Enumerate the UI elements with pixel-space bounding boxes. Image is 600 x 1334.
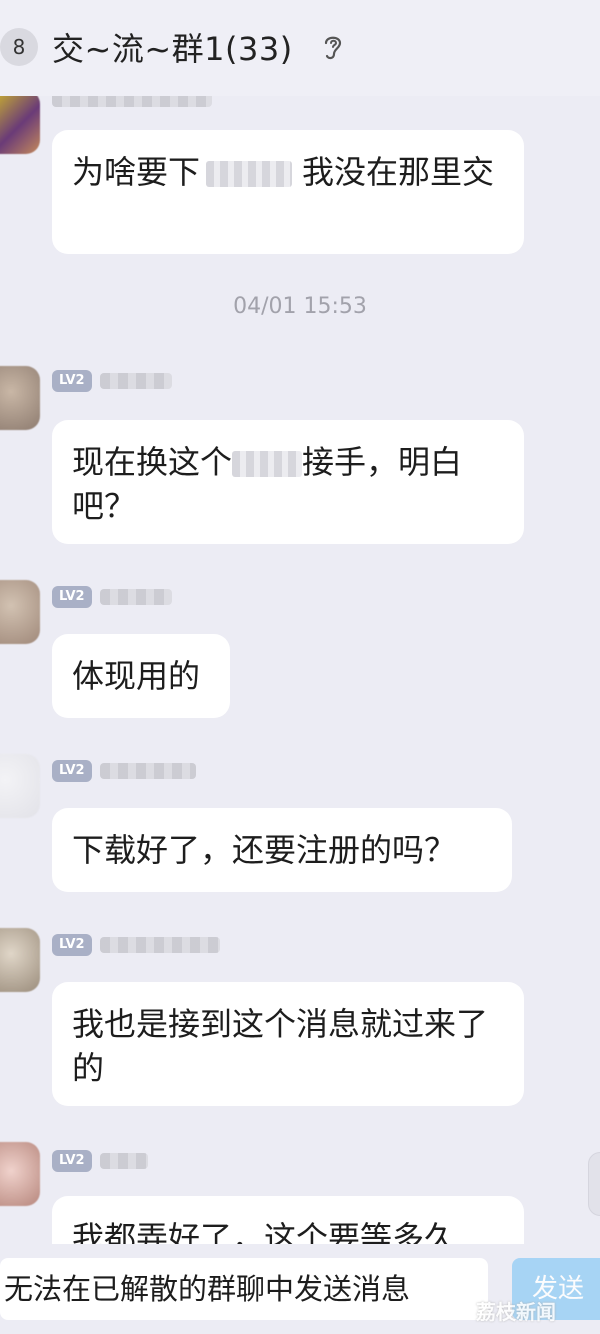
ear-icon[interactable] — [322, 32, 344, 62]
message-bubble[interactable]: 下载好了，还要注册的吗？ — [52, 808, 512, 892]
message-list[interactable]: 为啥要下 我没在那里交 04/01 15:53 LV2 现在换这个 接手，明白吧？ … — [0, 96, 600, 1244]
group-title: 交~流~群1(33) — [52, 30, 293, 68]
sender-meta: LV2 — [52, 934, 220, 956]
sender-meta: LV2 — [52, 1150, 148, 1172]
message-text: 我没在那里交 — [302, 153, 495, 191]
avatar[interactable] — [0, 928, 40, 992]
watermark: 荔枝新闻 — [476, 1300, 556, 1324]
blurred-sender-name — [99, 1153, 148, 1169]
level-badge: LV2 — [52, 370, 92, 392]
scroll-to-bottom-tab[interactable] — [588, 1152, 600, 1216]
sender-meta: LV2 — [52, 586, 172, 608]
message-input[interactable]: 无法在已解散的群聊中发送消息 — [0, 1258, 488, 1320]
avatar[interactable] — [0, 754, 40, 818]
timestamp: 04/01 15:53 — [233, 294, 367, 319]
level-badge: LV2 — [52, 760, 92, 782]
blurred-text — [232, 451, 303, 477]
chat-header: 8 交~流~群1(33) — [0, 0, 600, 96]
message-text: 现在换这个 — [72, 443, 233, 481]
message-bubble[interactable]: 现在换这个 接手，明白吧？ — [52, 420, 524, 544]
message-text: 我也是接到这个消息就过来了的 — [72, 1005, 489, 1087]
message-text: 我都弄好了，这个要等多久 — [72, 1219, 457, 1244]
blurred-sender-name — [99, 763, 196, 779]
message-text: 为啥要下 — [72, 153, 201, 191]
level-badge: LV2 — [52, 586, 92, 608]
message-bubble[interactable]: 我都弄好了，这个要等多久 — [52, 1196, 524, 1244]
message-text: 下载好了，还要注册的吗？ — [72, 831, 457, 869]
message-bubble[interactable]: 体现用的 — [52, 634, 230, 718]
sender-meta: LV2 — [52, 760, 196, 782]
message-text: 体现用的 — [72, 657, 201, 695]
sender-meta: LV2 — [52, 370, 172, 392]
level-badge: LV2 — [52, 1150, 92, 1172]
blurred-sender-name — [52, 96, 212, 107]
blurred-text — [206, 161, 293, 187]
avatar[interactable] — [0, 580, 40, 644]
message-bubble[interactable]: 我也是接到这个消息就过来了的 — [52, 982, 524, 1106]
message-bubble[interactable]: 为啥要下 我没在那里交 — [52, 130, 524, 254]
blurred-sender-name — [99, 373, 172, 389]
unread-count-badge[interactable]: 8 — [0, 28, 38, 66]
sender-meta — [52, 96, 212, 110]
avatar[interactable] — [0, 366, 40, 430]
blurred-sender-name — [99, 589, 172, 605]
avatar[interactable] — [0, 1142, 40, 1206]
avatar[interactable] — [0, 96, 40, 154]
blurred-sender-name — [99, 937, 220, 953]
level-badge: LV2 — [52, 934, 92, 956]
